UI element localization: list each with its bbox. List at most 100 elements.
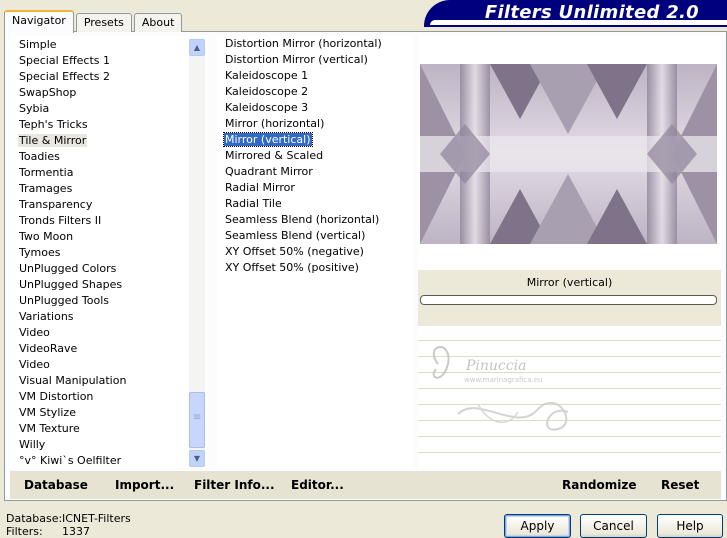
category-item[interactable]: Video <box>11 325 207 341</box>
filter-item[interactable]: Mirrored & Scaled <box>217 148 413 164</box>
database-value: ICNET-Filters <box>62 512 131 525</box>
category-list[interactable]: Simple Special Effects 1 Special Effects 2… <box>10 36 208 468</box>
category-item-label: °v° Kiwi`s Oelfilter <box>19 454 122 467</box>
category-item-label: Special Effects 2 <box>19 70 111 83</box>
category-item-label: Special Effects 1 <box>19 54 111 67</box>
category-item[interactable]: Two Moon <box>11 229 207 245</box>
category-item[interactable]: Tronds Filters II <box>11 213 207 229</box>
category-item-label: VM Texture <box>19 422 80 435</box>
filter-item-label: XY Offset 50% (positive) <box>225 261 359 274</box>
watermark-logo: Pinuccia www.marinagrafica.eu <box>432 346 569 431</box>
editor-button[interactable]: Editor... <box>291 478 344 492</box>
category-item[interactable]: Teph's Tricks <box>11 117 207 133</box>
category-item[interactable]: Toadies <box>11 149 207 165</box>
filter-item[interactable]: Seamless Blend (vertical) <box>217 228 413 244</box>
filter-item[interactable]: XY Offset 50% (negative) <box>217 244 413 260</box>
category-item[interactable]: Video <box>11 357 207 373</box>
category-item[interactable]: UnPlugged Tools <box>11 293 207 309</box>
category-item-label: Toadies <box>19 150 60 163</box>
category-item[interactable]: SwapShop <box>11 85 207 101</box>
category-item[interactable]: Tymoes <box>11 245 207 261</box>
filter-info-panel: Mirror (vertical) <box>418 270 721 326</box>
filter-item[interactable]: Radial Mirror <box>217 180 413 196</box>
category-item-label: Sybia <box>19 102 50 115</box>
category-item[interactable]: VM Texture <box>11 421 207 437</box>
database-label: Database: <box>6 512 63 525</box>
filter-item-label: Distortion Mirror (horizontal) <box>225 37 382 50</box>
category-item-label: Variations <box>19 310 74 323</box>
filter-item-label: Kaleidoscope 2 <box>225 85 309 98</box>
help-button[interactable]: Help <box>657 514 723 538</box>
category-item[interactable]: Transparency <box>11 197 207 213</box>
category-item-label: VM Stylize <box>19 406 76 419</box>
filter-item[interactable]: Mirror (horizontal) <box>217 116 413 132</box>
category-item-label: Visual Manipulation <box>19 374 127 387</box>
category-item[interactable]: Special Effects 1 <box>11 53 207 69</box>
filter-item-label: Kaleidoscope 1 <box>225 69 309 82</box>
filter-list[interactable]: Distortion Mirror (horizontal) Distortion… <box>217 36 413 468</box>
category-item-label: UnPlugged Tools <box>19 294 109 307</box>
filter-item[interactable]: Mirror (vertical) <box>217 132 413 148</box>
category-item[interactable]: VM Stylize <box>11 405 207 421</box>
database-button[interactable]: Database <box>24 478 88 492</box>
category-item[interactable]: Variations <box>11 309 207 325</box>
filter-item-label: Radial Tile <box>225 197 282 210</box>
category-item[interactable]: Simple <box>11 37 207 53</box>
tab-presets[interactable]: Presets <box>75 13 132 32</box>
filter-item[interactable]: Kaleidoscope 2 <box>217 84 413 100</box>
preview-area <box>418 36 721 268</box>
filter-info-button[interactable]: Filter Info... <box>194 478 275 492</box>
category-item-label: Tramages <box>19 182 73 195</box>
scroll-thumb[interactable] <box>189 392 205 448</box>
scroll-up-button[interactable]: ▲ <box>189 39 205 56</box>
cancel-button[interactable]: Cancel <box>580 514 647 538</box>
reset-button[interactable]: Reset <box>661 478 699 492</box>
category-scrollbar[interactable]: ▲ ▼ <box>189 39 205 467</box>
filter-item-label: Radial Mirror <box>225 181 295 194</box>
watermark-site: www.marinagrafica.eu <box>464 376 543 384</box>
category-item-label: Tymoes <box>19 246 61 259</box>
watermark-name: Pinuccia <box>465 358 526 374</box>
category-item[interactable]: Special Effects 2 <box>11 69 207 85</box>
filter-item[interactable]: Distortion Mirror (horizontal) <box>217 36 413 52</box>
scroll-down-button[interactable]: ▼ <box>189 450 205 467</box>
category-item[interactable]: Tile & Mirror <box>11 133 207 149</box>
app-title: Filters Unlimited 2.0 <box>484 2 699 23</box>
category-item[interactable]: Sybia <box>11 101 207 117</box>
category-item-label: Two Moon <box>19 230 74 243</box>
filter-item-label: Mirror (vertical) <box>223 132 313 147</box>
category-item-label: Tormentia <box>19 166 74 179</box>
category-item-label: Willy <box>19 438 46 451</box>
tab-about[interactable]: About <box>133 13 183 32</box>
import-button[interactable]: Import... <box>115 478 174 492</box>
toolbar: Database Import... Filter Info... Editor… <box>10 471 721 499</box>
category-item[interactable]: UnPlugged Shapes <box>11 277 207 293</box>
preview-image <box>420 64 717 244</box>
filter-item[interactable]: Radial Tile <box>217 196 413 212</box>
filter-item[interactable]: Seamless Blend (horizontal) <box>217 212 413 228</box>
category-item-label: Tile & Mirror <box>18 134 88 147</box>
category-item-label: Simple <box>19 38 57 51</box>
category-item[interactable]: UnPlugged Colors <box>11 261 207 277</box>
category-item[interactable]: Tramages <box>11 181 207 197</box>
filter-item-label: Mirror (horizontal) <box>225 117 325 130</box>
category-item[interactable]: Visual Manipulation <box>11 373 207 389</box>
category-item[interactable]: Willy <box>11 437 207 453</box>
filter-item[interactable]: XY Offset 50% (positive) <box>217 260 413 276</box>
filter-item[interactable]: Kaleidoscope 1 <box>217 68 413 84</box>
category-item[interactable]: Tormentia <box>11 165 207 181</box>
apply-button[interactable]: Apply <box>504 514 571 538</box>
category-item[interactable]: VM Distortion <box>11 389 207 405</box>
filter-item-label: Mirrored & Scaled <box>225 149 324 162</box>
filter-item-label: XY Offset 50% (negative) <box>225 245 364 258</box>
filter-item[interactable]: Quadrant Mirror <box>217 164 413 180</box>
filter-item[interactable]: Distortion Mirror (vertical) <box>217 52 413 68</box>
filter-item[interactable]: Kaleidoscope 3 <box>217 100 413 116</box>
title-banner: Filters Unlimited 2.0 <box>424 0 727 27</box>
tab-bar: Navigator Presets About <box>4 8 184 33</box>
randomize-button[interactable]: Randomize <box>562 478 636 492</box>
category-item[interactable]: °v° Kiwi`s Oelfilter <box>11 453 207 469</box>
category-item[interactable]: VideoRave <box>11 341 207 357</box>
tab-navigator[interactable]: Navigator <box>4 10 74 33</box>
preview-filter-name: Mirror (vertical) <box>526 276 613 289</box>
